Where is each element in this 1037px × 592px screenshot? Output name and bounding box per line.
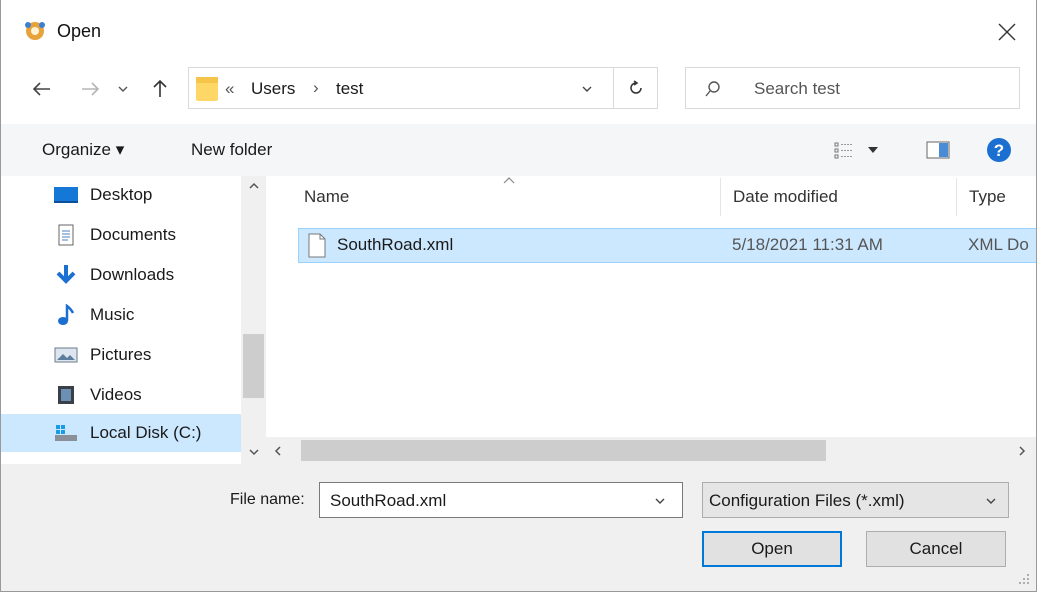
nav-item-label: Pictures	[90, 345, 152, 364]
chevron-down-icon	[118, 86, 128, 92]
nav-item-downloads[interactable]: Downloads	[53, 256, 243, 294]
organize-menu[interactable]: Organize ▾	[42, 140, 124, 160]
app-icon	[25, 22, 45, 40]
scroll-left-icon[interactable]	[274, 445, 282, 457]
refresh-icon	[629, 80, 642, 94]
file-name-value[interactable]: SouthRoad.xml	[330, 491, 446, 511]
new-folder-button[interactable]: New folder	[191, 140, 272, 160]
horizontal-scrollbar[interactable]	[266, 437, 1036, 464]
sort-ascending-icon	[503, 177, 515, 184]
open-file-dialog: Open « Users › test Search test Organize…	[0, 0, 1037, 592]
navigation-scrollbar[interactable]	[241, 176, 266, 464]
search-box[interactable]: Search test	[685, 67, 1020, 109]
change-view-button[interactable]	[834, 138, 894, 162]
drive-icon	[53, 422, 79, 444]
chevron-down-icon[interactable]	[581, 85, 593, 93]
refresh-button[interactable]	[614, 67, 658, 109]
nav-item-label: Videos	[90, 385, 142, 404]
scroll-thumb[interactable]	[301, 440, 826, 461]
downloads-icon	[53, 264, 79, 286]
preview-pane-icon	[926, 141, 950, 159]
nav-item-pictures[interactable]: Pictures	[53, 336, 243, 374]
nav-item-label: Downloads	[90, 265, 175, 284]
resize-grip-icon[interactable]	[1017, 572, 1031, 586]
nav-item-local-disk[interactable]: Local Disk (C:)	[1, 414, 241, 452]
arrow-up-icon	[153, 79, 167, 97]
back-button[interactable]	[29, 74, 55, 104]
file-name-label: File name:	[230, 491, 305, 508]
close-button[interactable]	[991, 16, 1023, 48]
nav-item-desktop[interactable]: Desktop	[53, 176, 243, 214]
close-icon	[998, 23, 1016, 41]
column-header-date[interactable]: Date modified	[733, 178, 838, 216]
scroll-right-icon[interactable]	[1018, 445, 1026, 457]
column-header-type[interactable]: Type	[969, 178, 1006, 216]
column-divider[interactable]	[956, 178, 957, 216]
breadcrumb-separator: ›	[313, 78, 319, 97]
nav-item-label: Local Disk (C:)	[90, 423, 202, 442]
file-row[interactable]: SouthRoad.xml 5/18/2021 11:31 AM XML Do	[298, 228, 1036, 263]
nav-item-label: Desktop	[90, 185, 153, 204]
scroll-up-icon[interactable]	[248, 182, 260, 190]
title-bar: Open	[1, 0, 1036, 62]
open-button[interactable]: Open	[702, 531, 842, 567]
folder-icon	[196, 77, 218, 101]
column-divider[interactable]	[720, 178, 721, 216]
file-list	[266, 176, 1036, 437]
file-date: 5/18/2021 11:31 AM	[732, 235, 883, 254]
nav-item-label: Documents	[90, 225, 176, 244]
help-icon: ?	[987, 138, 1011, 162]
help-button[interactable]: ?	[986, 137, 1012, 163]
music-icon	[53, 304, 79, 326]
nav-item-label: Music	[90, 305, 135, 324]
file-icon	[308, 233, 326, 258]
cancel-button[interactable]: Cancel	[866, 531, 1006, 567]
window-title: Open	[57, 21, 102, 41]
chevron-down-icon[interactable]	[654, 497, 666, 505]
videos-icon	[53, 384, 79, 406]
documents-icon	[53, 224, 79, 246]
file-type: XML Do	[968, 235, 1029, 254]
search-icon	[705, 81, 720, 97]
scroll-thumb[interactable]	[243, 334, 264, 398]
view-details-icon	[834, 142, 853, 159]
breadcrumb-users[interactable]: Users	[251, 79, 295, 99]
chevron-down-icon	[986, 498, 996, 504]
file-type-filter[interactable]: Configuration Files (*.xml)	[702, 482, 1009, 518]
file-type-filter-value[interactable]: Configuration Files (*.xml)	[709, 491, 905, 511]
navigation-pane: Desktop Documents Downloads Music Pictur…	[1, 176, 266, 464]
arrow-right-icon	[82, 82, 100, 96]
file-name: SouthRoad.xml	[337, 235, 454, 254]
caret-down-icon	[868, 147, 878, 153]
address-bar[interactable]: « Users › test	[188, 67, 614, 109]
file-name-field[interactable]: SouthRoad.xml	[319, 482, 683, 518]
nav-item-documents[interactable]: Documents	[53, 216, 243, 254]
command-bar: Organize ▾ New folder ?	[1, 124, 1036, 176]
address-overflow[interactable]: «	[225, 79, 234, 99]
desktop-icon	[53, 184, 79, 206]
nav-item-music[interactable]: Music	[53, 296, 243, 334]
arrow-left-icon	[32, 82, 50, 96]
forward-button[interactable]	[77, 74, 103, 104]
pictures-icon	[53, 344, 79, 366]
preview-pane-button[interactable]	[926, 140, 950, 160]
column-header-name[interactable]: Name	[304, 178, 349, 216]
nav-item-videos[interactable]: Videos	[53, 376, 243, 414]
search-placeholder[interactable]: Search test	[754, 79, 840, 99]
up-button[interactable]	[147, 74, 173, 104]
breadcrumb-test[interactable]: test	[336, 79, 363, 99]
scroll-down-icon[interactable]	[248, 448, 260, 456]
svg-text:?: ?	[994, 141, 1004, 160]
recent-locations-button[interactable]	[115, 74, 131, 104]
